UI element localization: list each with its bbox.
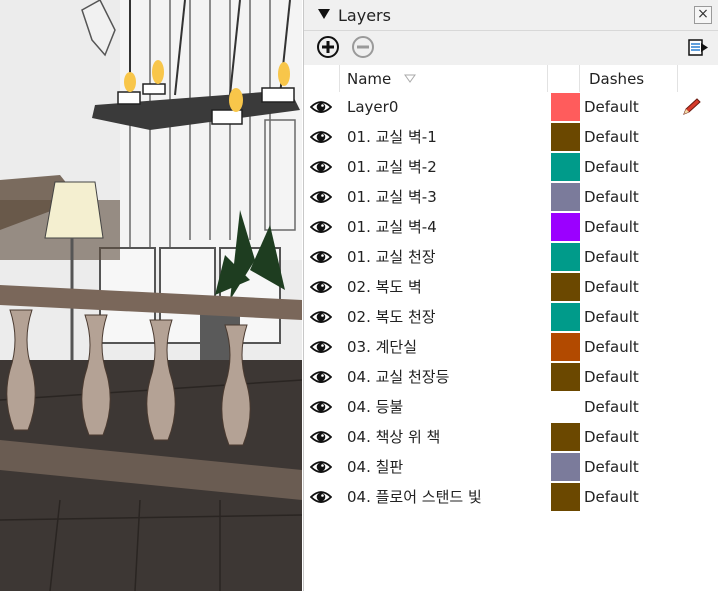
- layer-dashes[interactable]: Default: [584, 182, 639, 212]
- layer-color-swatch[interactable]: [551, 363, 580, 391]
- layer-name[interactable]: 04. 플로어 스탠드 빛: [347, 482, 482, 512]
- layer-dashes[interactable]: Default: [584, 242, 639, 272]
- name-column-label: Name: [347, 70, 392, 88]
- layer-row[interactable]: 01. 교실 벽-1 Default: [304, 122, 718, 152]
- layer-name[interactable]: 03. 계단실: [347, 332, 417, 362]
- model-viewport[interactable]: [0, 0, 302, 591]
- layer-name[interactable]: 01. 교실 벽-4: [347, 212, 437, 242]
- sort-arrow-icon: [404, 74, 416, 83]
- layer-dashes[interactable]: Default: [584, 362, 639, 392]
- layer-row[interactable]: 01. 교실 천장 Default: [304, 242, 718, 272]
- layer-dashes[interactable]: Default: [584, 92, 639, 122]
- visibility-eye-icon[interactable]: [309, 309, 333, 325]
- layer-name[interactable]: 01. 교실 벽-3: [347, 182, 437, 212]
- dashes-column-header[interactable]: Dashes: [580, 65, 678, 92]
- layer-dashes[interactable]: Default: [584, 392, 639, 422]
- layer-color-swatch[interactable]: [551, 423, 580, 451]
- color-column-header: [548, 65, 580, 92]
- layer-row[interactable]: 01. 교실 벽-4 Default: [304, 212, 718, 242]
- layer-color-swatch[interactable]: [551, 303, 580, 331]
- panel-titlebar: Layers ×: [304, 0, 718, 31]
- visibility-eye-icon[interactable]: [309, 459, 333, 475]
- layer-dashes[interactable]: Default: [584, 482, 639, 512]
- layer-name[interactable]: Layer0: [347, 92, 398, 122]
- add-layer-icon[interactable]: [316, 35, 340, 59]
- layer-color-swatch[interactable]: [551, 213, 580, 241]
- layer-dashes[interactable]: Default: [584, 422, 639, 452]
- layer-dashes[interactable]: Default: [584, 212, 639, 242]
- visibility-eye-icon[interactable]: [309, 339, 333, 355]
- layer-row[interactable]: 02. 복도 벽 Default: [304, 272, 718, 302]
- layer-name[interactable]: 04. 책상 위 책: [347, 422, 440, 452]
- layer-color-swatch[interactable]: [551, 393, 580, 421]
- layer-color-swatch[interactable]: [551, 123, 580, 151]
- remove-layer-icon[interactable]: [351, 35, 375, 59]
- layer-color-swatch[interactable]: [551, 333, 580, 361]
- active-column-header: [678, 65, 718, 92]
- scene-render: [0, 0, 302, 591]
- visibility-eye-icon[interactable]: [309, 249, 333, 265]
- layer-row[interactable]: 01. 교실 벽-2 Default: [304, 152, 718, 182]
- layer-row[interactable]: 04. 교실 천장등 Default: [304, 362, 718, 392]
- visibility-eye-icon[interactable]: [309, 279, 333, 295]
- visibility-eye-icon[interactable]: [309, 369, 333, 385]
- layers-toolbar: [304, 31, 718, 65]
- visibility-eye-icon[interactable]: [309, 489, 333, 505]
- visibility-eye-icon[interactable]: [309, 399, 333, 415]
- layer-name[interactable]: 04. 등불: [347, 392, 403, 422]
- visibility-eye-icon[interactable]: [309, 159, 333, 175]
- layer-color-swatch[interactable]: [551, 93, 580, 121]
- layer-row[interactable]: 04. 책상 위 책 Default: [304, 422, 718, 452]
- layer-color-swatch[interactable]: [551, 243, 580, 271]
- dashes-column-label: Dashes: [589, 70, 645, 88]
- layer-row[interactable]: 04. 칠판 Default: [304, 452, 718, 482]
- layers-table-header: Name Dashes: [304, 65, 718, 92]
- layer-color-swatch[interactable]: [551, 153, 580, 181]
- name-column-header[interactable]: Name: [340, 65, 548, 92]
- layer-row[interactable]: Layer0 Default: [304, 92, 718, 122]
- layer-name[interactable]: 04. 칠판: [347, 452, 403, 482]
- layer-row[interactable]: 01. 교실 벽-3 Default: [304, 182, 718, 212]
- visibility-eye-icon[interactable]: [309, 99, 333, 115]
- layer-name[interactable]: 02. 복도 천장: [347, 302, 436, 332]
- close-button[interactable]: ×: [694, 6, 712, 24]
- layer-name[interactable]: 01. 교실 벽-2: [347, 152, 437, 182]
- layer-row[interactable]: 04. 등불 Default: [304, 392, 718, 422]
- layer-name[interactable]: 02. 복도 벽: [347, 272, 422, 302]
- layer-dashes[interactable]: Default: [584, 332, 639, 362]
- layer-name[interactable]: 01. 교실 벽-1: [347, 122, 437, 152]
- panel-title: Layers: [338, 6, 391, 25]
- layer-dashes[interactable]: Default: [584, 152, 639, 182]
- collapse-arrow-icon[interactable]: [318, 9, 330, 19]
- layer-color-swatch[interactable]: [551, 483, 580, 511]
- pencil-icon: [682, 98, 702, 116]
- layers-panel: Layers × Name Dashes Layer0 Default 01. …: [303, 0, 718, 591]
- layer-row[interactable]: 02. 복도 천장 Default: [304, 302, 718, 332]
- layer-row[interactable]: 03. 계단실 Default: [304, 332, 718, 362]
- details-menu-icon[interactable]: [686, 35, 710, 59]
- layer-dashes[interactable]: Default: [584, 302, 639, 332]
- layer-name[interactable]: 04. 교실 천장등: [347, 362, 449, 392]
- layer-dashes[interactable]: Default: [584, 272, 639, 302]
- layer-dashes[interactable]: Default: [584, 452, 639, 482]
- visibility-eye-icon[interactable]: [309, 189, 333, 205]
- visibility-eye-icon[interactable]: [309, 429, 333, 445]
- layer-color-swatch[interactable]: [551, 453, 580, 481]
- layer-dashes[interactable]: Default: [584, 122, 639, 152]
- layer-row[interactable]: 04. 플로어 스탠드 빛 Default: [304, 482, 718, 512]
- visibility-column-header: [304, 65, 340, 92]
- visibility-eye-icon[interactable]: [309, 219, 333, 235]
- layer-color-swatch[interactable]: [551, 183, 580, 211]
- layer-color-swatch[interactable]: [551, 273, 580, 301]
- visibility-eye-icon[interactable]: [309, 129, 333, 145]
- layer-name[interactable]: 01. 교실 천장: [347, 242, 436, 272]
